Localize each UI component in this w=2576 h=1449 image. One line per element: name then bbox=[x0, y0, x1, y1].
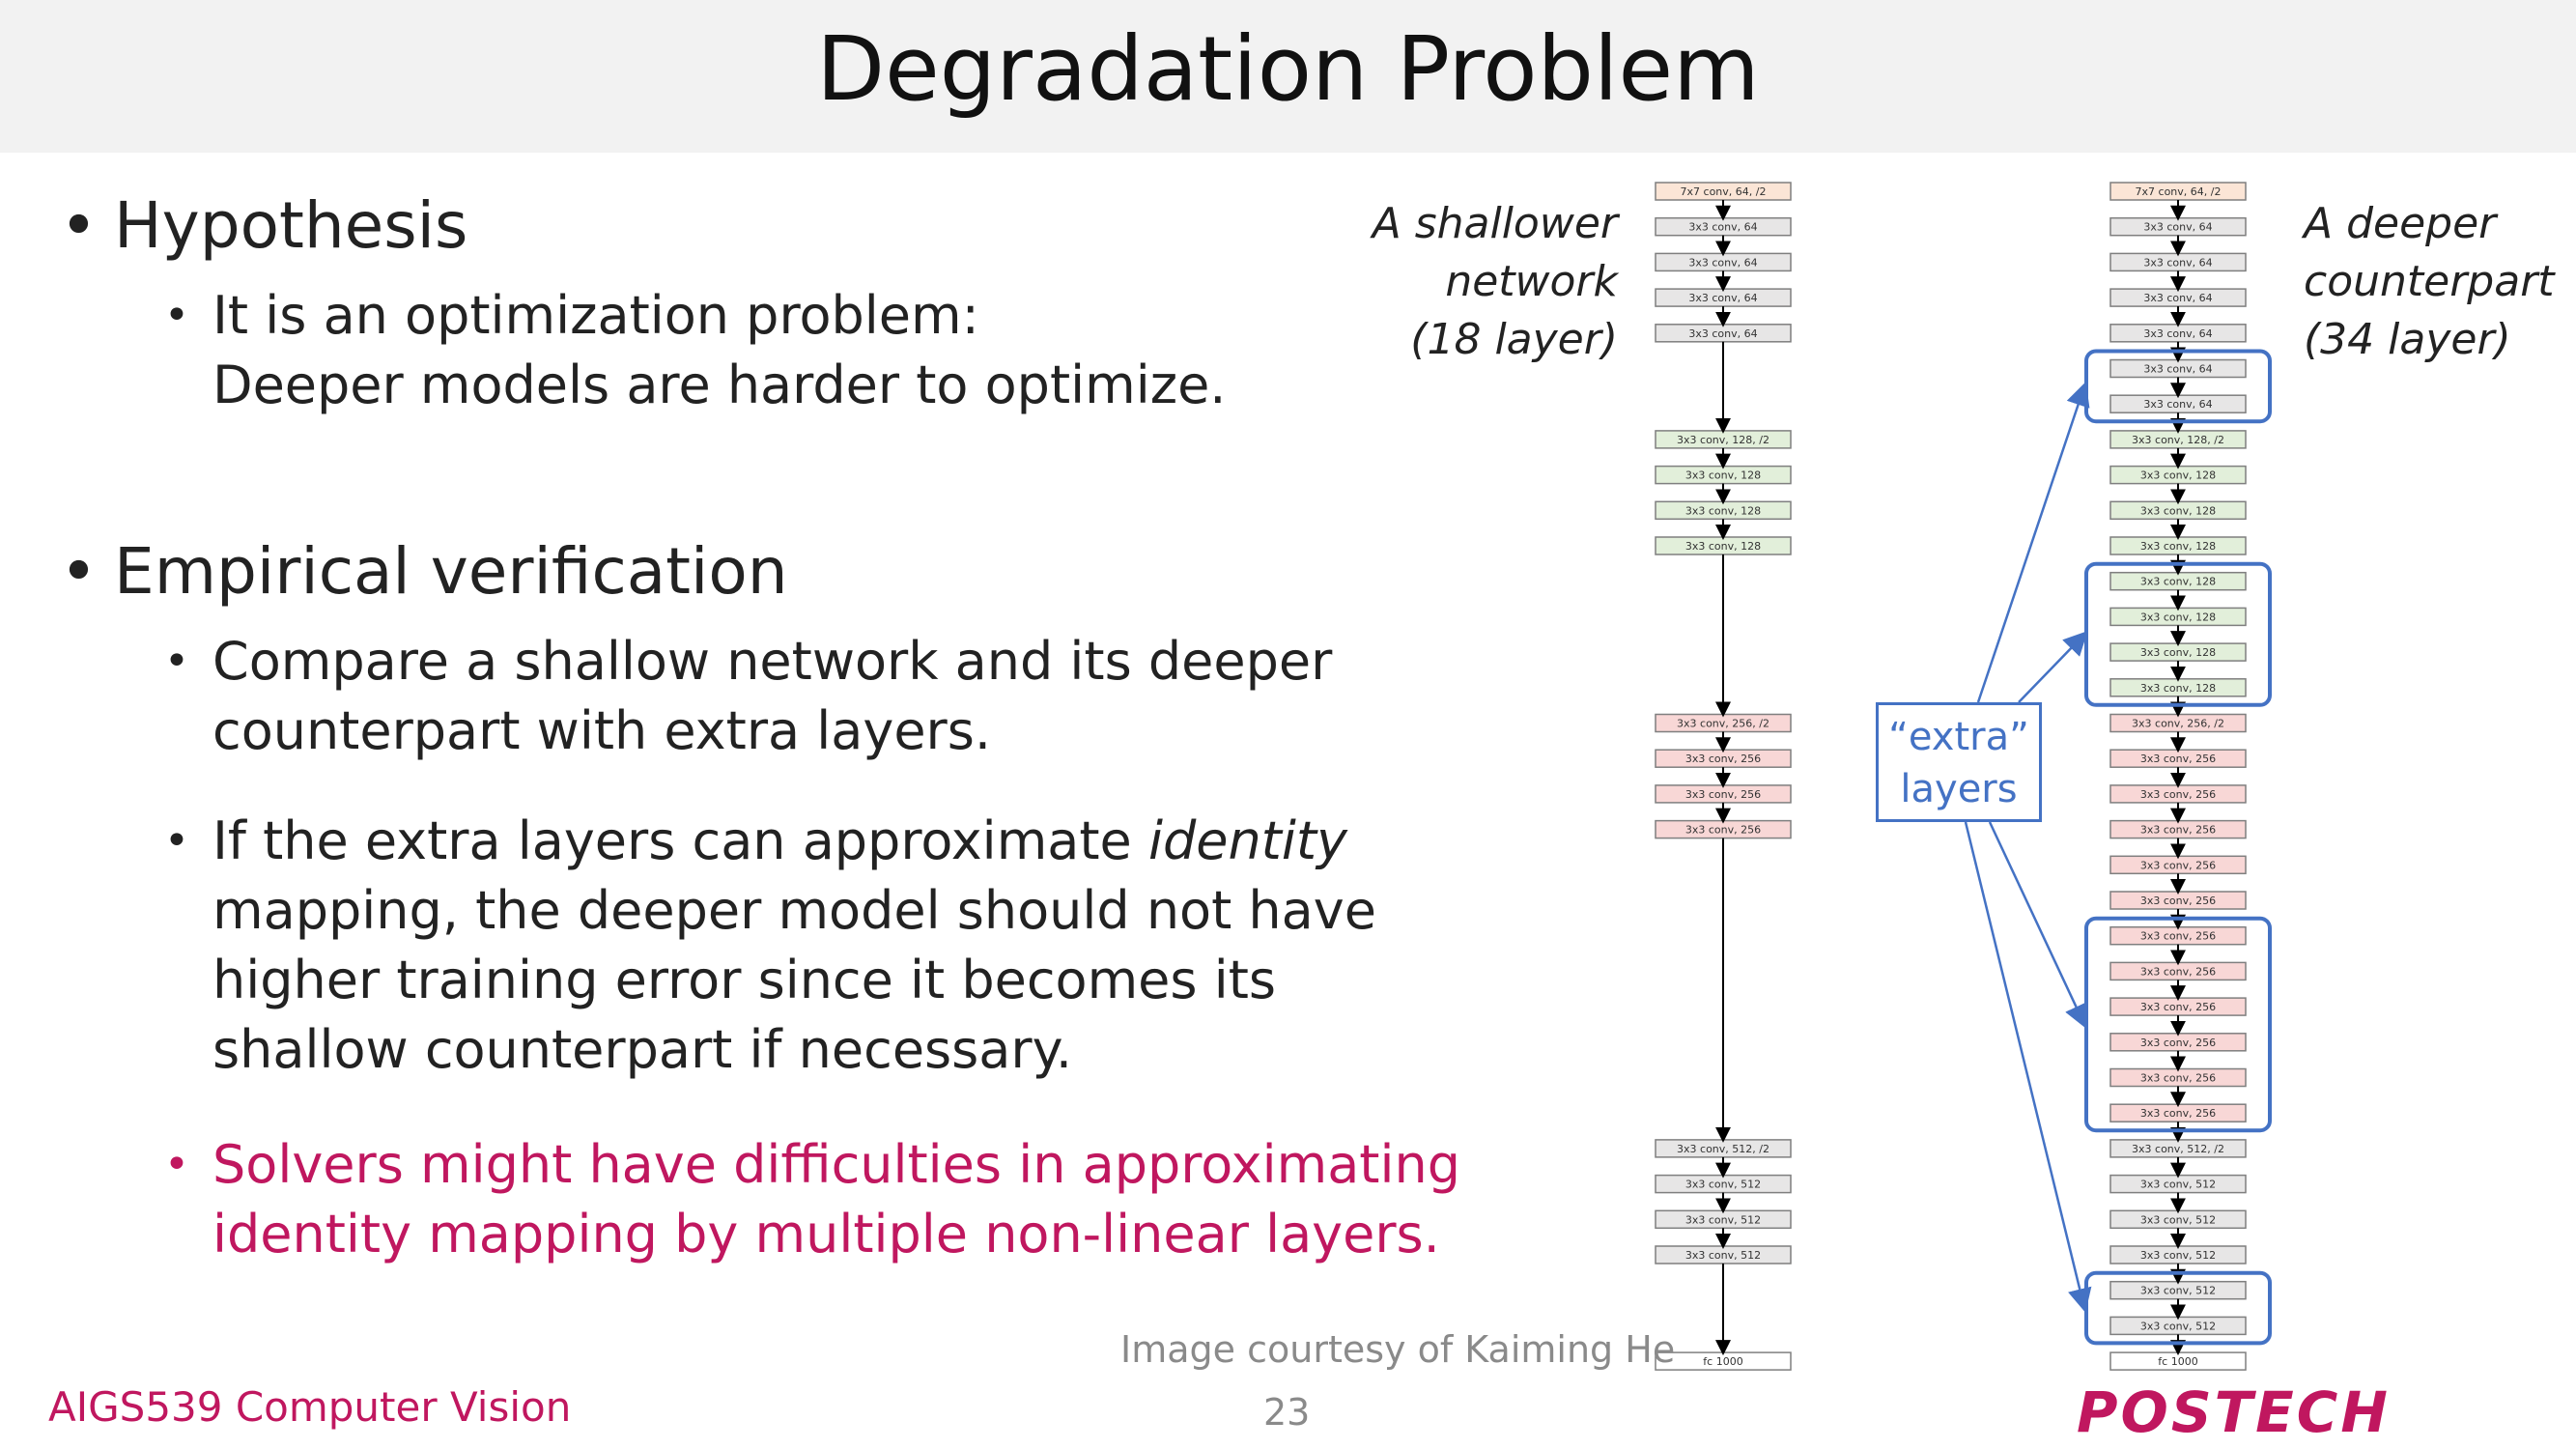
shallow-layer-label: 3x3 conv, 512 bbox=[1685, 1249, 1761, 1262]
deep-layer-label: 3x3 conv, 256 bbox=[2140, 1001, 2216, 1013]
page-number: 23 bbox=[1263, 1391, 1311, 1434]
extra-pointer-arrow bbox=[1976, 382, 2090, 703]
shallow-layer-label: fc 1000 bbox=[1703, 1355, 1742, 1368]
shallow-layer-label: 3x3 conv, 256, /2 bbox=[1677, 718, 1769, 730]
deep-layer-label: 3x3 conv, 256 bbox=[2140, 859, 2216, 871]
deep-layer-label: 3x3 conv, 512 bbox=[2140, 1249, 2216, 1262]
deep-layer-label: 3x3 conv, 256 bbox=[2140, 1037, 2216, 1049]
shallow-layer-label: 3x3 conv, 512 bbox=[1685, 1213, 1761, 1226]
deep-layer-label: 3x3 conv, 256 bbox=[2140, 1107, 2216, 1120]
course-name: AIGS539 Computer Vision bbox=[48, 1383, 572, 1431]
shallow-layer-label: 3x3 conv, 256 bbox=[1685, 788, 1761, 801]
extra-layers-label: “extra” layers bbox=[1876, 702, 2042, 822]
shallow-layer-label: 3x3 conv, 512 bbox=[1685, 1179, 1761, 1191]
deep-layer-label: 3x3 conv, 256 bbox=[2140, 965, 2216, 978]
deep-layer-label: 3x3 conv, 256 bbox=[2140, 824, 2216, 837]
deep-layer-label: 3x3 conv, 256 bbox=[2140, 895, 2216, 907]
shallow-layer-label: 3x3 conv, 128 bbox=[1685, 540, 1761, 553]
shallow-layer-label: 3x3 conv, 64 bbox=[1688, 221, 1757, 234]
shallow-layer-label: 3x3 conv, 256 bbox=[1685, 753, 1761, 765]
deep-layer-label: 3x3 conv, 256 bbox=[2140, 930, 2216, 943]
deep-layer-label: 3x3 conv, 512 bbox=[2140, 1320, 2216, 1332]
extra-pointer-arrow bbox=[2018, 631, 2088, 703]
deep-layer-label: 3x3 conv, 64 bbox=[2143, 221, 2212, 234]
deep-layer-label: 3x3 conv, 64 bbox=[2143, 398, 2212, 411]
deep-layer-label: 3x3 conv, 128 bbox=[2140, 540, 2216, 553]
postech-logo: POSTECH bbox=[2077, 1379, 2391, 1445]
deep-layer-label: 3x3 conv, 128 bbox=[2140, 682, 2216, 695]
shallow-layer-label: 3x3 conv, 64 bbox=[1688, 256, 1757, 269]
deep-layer-label: 3x3 conv, 64 bbox=[2143, 292, 2212, 304]
deep-layer-label: 3x3 conv, 256 bbox=[2140, 788, 2216, 801]
shallow-layer-label: 3x3 conv, 128 bbox=[1685, 504, 1761, 517]
deep-layer-label: 3x3 conv, 512 bbox=[2140, 1285, 2216, 1297]
deep-layer-label: 3x3 conv, 256, /2 bbox=[2132, 718, 2224, 730]
shallow-layer-label: 7x7 conv, 64, /2 bbox=[1681, 185, 1767, 198]
deep-layer-label: 3x3 conv, 128 bbox=[2140, 646, 2216, 659]
deep-layer-label: 3x3 conv, 256 bbox=[2140, 1072, 2216, 1085]
deep-layer-label: 3x3 conv, 512 bbox=[2140, 1213, 2216, 1226]
deep-layer-label: 3x3 conv, 128 bbox=[2140, 469, 2216, 482]
resnet-diagram: 7x7 conv, 64, /2 3x3 conv, 64 3x3 conv, 64… bbox=[1655, 182, 2272, 1371]
deep-layer-label: 3x3 conv, 64 bbox=[2143, 256, 2212, 269]
deep-layer-label: 3x3 conv, 128 bbox=[2140, 611, 2216, 623]
deep-layer-label: 3x3 conv, 64 bbox=[2143, 327, 2212, 340]
shallow-layer-label: 3x3 conv, 256 bbox=[1685, 824, 1761, 837]
image-courtesy: Image courtesy of Kaiming He bbox=[1120, 1328, 1676, 1371]
deep-layer-label: 3x3 conv, 128 bbox=[2140, 576, 2216, 588]
extra-pointer-arrow bbox=[1988, 821, 2087, 1029]
shallow-layer-label: 3x3 conv, 64 bbox=[1688, 292, 1757, 304]
shallow-layer-label: 3x3 conv, 512, /2 bbox=[1677, 1143, 1769, 1155]
deep-layer-label: 3x3 conv, 512, /2 bbox=[2132, 1143, 2224, 1155]
deep-layer-label: 3x3 conv, 128, /2 bbox=[2132, 434, 2224, 446]
shallow-layer-label: 3x3 conv, 64 bbox=[1688, 327, 1757, 340]
deep-layer-label: 3x3 conv, 128 bbox=[2140, 504, 2216, 517]
deep-layer-label: 3x3 conv, 256 bbox=[2140, 753, 2216, 765]
deep-layer-label: 3x3 conv, 512 bbox=[2140, 1179, 2216, 1191]
deep-layer-label: 3x3 conv, 64 bbox=[2143, 363, 2212, 376]
deep-layer-label: fc 1000 bbox=[2158, 1355, 2197, 1368]
deep-layer-label: 7x7 conv, 64, /2 bbox=[2136, 185, 2222, 198]
shallow-layer-label: 3x3 conv, 128 bbox=[1685, 469, 1761, 482]
shallow-layer-label: 3x3 conv, 128, /2 bbox=[1677, 434, 1769, 446]
